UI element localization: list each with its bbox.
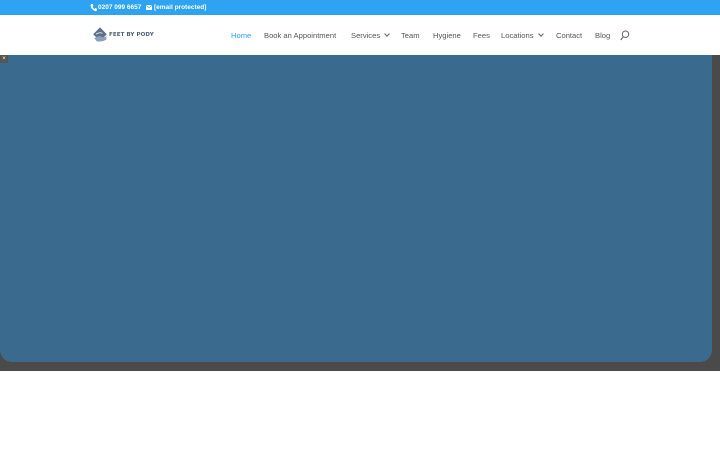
phone-link[interactable]: 0207 099 6657 [90,0,141,15]
site-logo[interactable]: FEET BY PODY [92,26,154,44]
nav-blog[interactable]: Blog [595,30,610,40]
nav-label: Fees [473,30,490,40]
envelope-icon [146,5,152,10]
hero-media-panel[interactable] [0,55,712,362]
chevron-down-icon [384,31,390,37]
logo-wordmark: FEET BY PODY [109,32,154,38]
phone-icon [90,4,97,12]
nav-label: Locations [501,30,534,40]
nav-team[interactable]: Team [401,30,420,40]
foot-logo-icon [93,27,107,42]
email-address: [email protected] [154,4,207,11]
search-icon[interactable] [620,30,630,41]
nav-label: Home [231,30,252,40]
nav-services[interactable]: Services [351,30,390,40]
nav-label: Hygiene [433,30,461,40]
nav-home[interactable]: Home [231,30,251,40]
top-contact-bar: 0207 099 6657 [email protected] [0,0,720,15]
phone-number: 0207 099 6657 [98,4,142,11]
nav-label: Blog [595,30,611,40]
close-icon[interactable]: × [0,55,8,63]
chevron-down-icon [537,31,544,37]
nav-hygiene[interactable]: Hygiene [433,30,461,40]
nav-fees[interactable]: Fees [473,30,490,40]
hero-section: × [0,55,720,371]
email-link[interactable]: [email protected] [146,0,206,15]
nav-label: Team [401,30,420,40]
nav-label: Contact [556,30,583,40]
nav-label: Book an Appointment [264,30,337,40]
nav-book-appointment[interactable]: Book an Appointment [264,30,336,40]
nav-contact[interactable]: Contact [556,30,582,40]
nav-label: Services [351,30,381,40]
nav-locations[interactable]: Locations [501,30,544,40]
